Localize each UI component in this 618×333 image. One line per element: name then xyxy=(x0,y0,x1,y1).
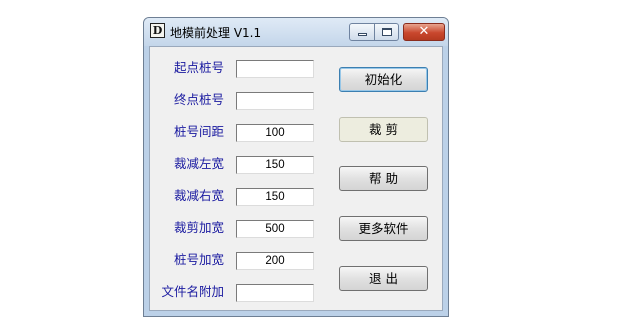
station-interval-label: 桩号间距 xyxy=(173,124,224,139)
crop-button[interactable]: 裁 剪 xyxy=(339,117,428,142)
minimize-icon xyxy=(358,33,367,36)
crop-right-width-label: 裁减右宽 xyxy=(173,188,224,203)
crop-widen-label: 裁剪加宽 xyxy=(173,220,224,235)
dialog-client-area: 起点桩号 终点桩号 桩号间距 100 裁减左宽 150 裁减右宽 150 裁剪加… xyxy=(149,46,443,311)
station-widen-input[interactable]: 200 xyxy=(236,252,314,270)
more-software-button[interactable]: 更多软件 xyxy=(339,216,428,241)
exit-button[interactable]: 退 出 xyxy=(339,266,428,291)
help-button[interactable]: 帮 助 xyxy=(339,166,428,191)
end-station-input[interactable] xyxy=(236,92,314,110)
maximize-button[interactable] xyxy=(374,23,399,41)
app-icon: D xyxy=(150,23,165,38)
title-bar[interactable]: D 地模前处理 V1.1 ✕ xyxy=(144,18,448,46)
crop-left-width-label: 裁减左宽 xyxy=(173,156,224,171)
close-button[interactable]: ✕ xyxy=(403,23,445,41)
minimize-button[interactable] xyxy=(349,23,375,41)
close-icon: ✕ xyxy=(418,24,430,39)
filename-suffix-input[interactable] xyxy=(236,284,314,302)
filename-suffix-label: 文件名附加 xyxy=(161,284,224,299)
station-interval-input[interactable]: 100 xyxy=(236,124,314,142)
crop-left-width-input[interactable]: 150 xyxy=(236,156,314,174)
app-window: D 地模前处理 V1.1 ✕ 起点桩号 终点桩号 桩号间距 100 裁减左宽 1… xyxy=(143,17,449,317)
window-title: 地模前处理 V1.1 xyxy=(170,26,262,40)
crop-right-width-input[interactable]: 150 xyxy=(236,188,314,206)
start-station-label: 起点桩号 xyxy=(173,60,224,75)
end-station-label: 终点桩号 xyxy=(173,92,224,107)
initialize-button[interactable]: 初始化 xyxy=(339,67,428,92)
maximize-icon xyxy=(382,28,392,36)
station-widen-label: 桩号加宽 xyxy=(173,252,224,267)
crop-widen-input[interactable]: 500 xyxy=(236,220,314,238)
start-station-input[interactable] xyxy=(236,60,314,78)
